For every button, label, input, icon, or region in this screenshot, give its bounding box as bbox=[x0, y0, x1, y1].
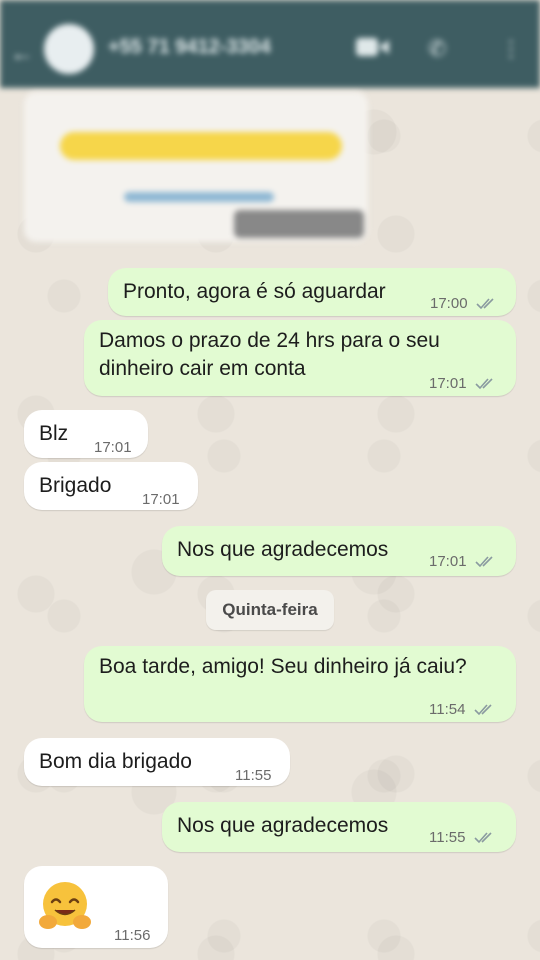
phone-icon[interactable]: ✆ bbox=[428, 36, 446, 62]
message-meta: 17:00 bbox=[430, 290, 498, 318]
message-time: 11:54 bbox=[429, 701, 466, 718]
message-text: Boa tarde, amigo! Seu dinheiro já caiu? bbox=[99, 655, 467, 678]
back-arrow-icon[interactable]: ← bbox=[10, 40, 34, 68]
chat-header: ← +55 71 9412-3304 ✆ ⋮ bbox=[0, 0, 540, 88]
message-time: 17:01 bbox=[429, 553, 467, 570]
hugging-face-emoji bbox=[39, 882, 91, 929]
message-time: 11:56 bbox=[114, 927, 151, 944]
message-text: Pronto, agora é só aguardar bbox=[123, 280, 386, 303]
message-text: Brigado bbox=[39, 474, 112, 497]
message-text: Nos que agradecemos bbox=[177, 538, 389, 561]
message-bubble-incoming[interactable]: 🤗 11:56 bbox=[24, 866, 168, 948]
message-text: Blz bbox=[39, 422, 69, 445]
date-separator: Quinta-feira bbox=[206, 590, 334, 630]
message-bubble-incoming[interactable]: Brigado 17:01 bbox=[24, 462, 198, 510]
more-vert-icon[interactable]: ⋮ bbox=[500, 36, 522, 62]
message-bubble-incoming[interactable]: Blz 17:01 bbox=[24, 410, 148, 458]
message-time: 17:01 bbox=[142, 491, 180, 508]
message-bubble-outgoing[interactable]: Nos que agradecemos 17:01 bbox=[162, 526, 516, 576]
contact-name[interactable]: +55 71 9412-3304 bbox=[108, 36, 271, 59]
double-check-icon bbox=[475, 378, 493, 390]
message-text: Bom dia brigado bbox=[39, 750, 192, 773]
message-time: 11:55 bbox=[235, 767, 272, 784]
message-time: 17:01 bbox=[94, 439, 132, 456]
message-bubble-incoming[interactable]: Bom dia brigado 11:55 bbox=[24, 738, 290, 786]
message-meta: 11:54 bbox=[429, 696, 496, 724]
message-meta: 17:01 bbox=[429, 548, 497, 576]
card-overlay bbox=[234, 210, 364, 238]
message-time: 17:00 bbox=[430, 295, 468, 312]
card-link bbox=[124, 192, 274, 202]
message-bubble-outgoing[interactable]: Boa tarde, amigo! Seu dinheiro já caiu? … bbox=[84, 646, 516, 722]
message-bubble-outgoing[interactable]: Nos que agradecemos 11:55 bbox=[162, 802, 516, 852]
double-check-icon bbox=[476, 298, 494, 310]
message-text: Nos que agradecemos bbox=[177, 814, 389, 837]
message-meta: 17:01 bbox=[429, 370, 497, 398]
message-meta: 11:55 bbox=[429, 824, 496, 852]
previous-message-card bbox=[24, 92, 368, 242]
message-time: 17:01 bbox=[429, 375, 467, 392]
video-call-icon[interactable] bbox=[356, 36, 390, 64]
double-check-icon bbox=[475, 556, 493, 568]
double-check-icon bbox=[474, 704, 492, 716]
contact-avatar[interactable] bbox=[44, 24, 94, 74]
message-time: 11:55 bbox=[429, 829, 466, 846]
message-bubble-outgoing[interactable]: Pronto, agora é só aguardar 17:00 bbox=[108, 268, 516, 316]
card-button bbox=[60, 132, 342, 160]
message-bubble-outgoing[interactable]: Damos o prazo de 24 hrs para o seu dinhe… bbox=[84, 320, 516, 396]
double-check-icon bbox=[474, 832, 492, 844]
